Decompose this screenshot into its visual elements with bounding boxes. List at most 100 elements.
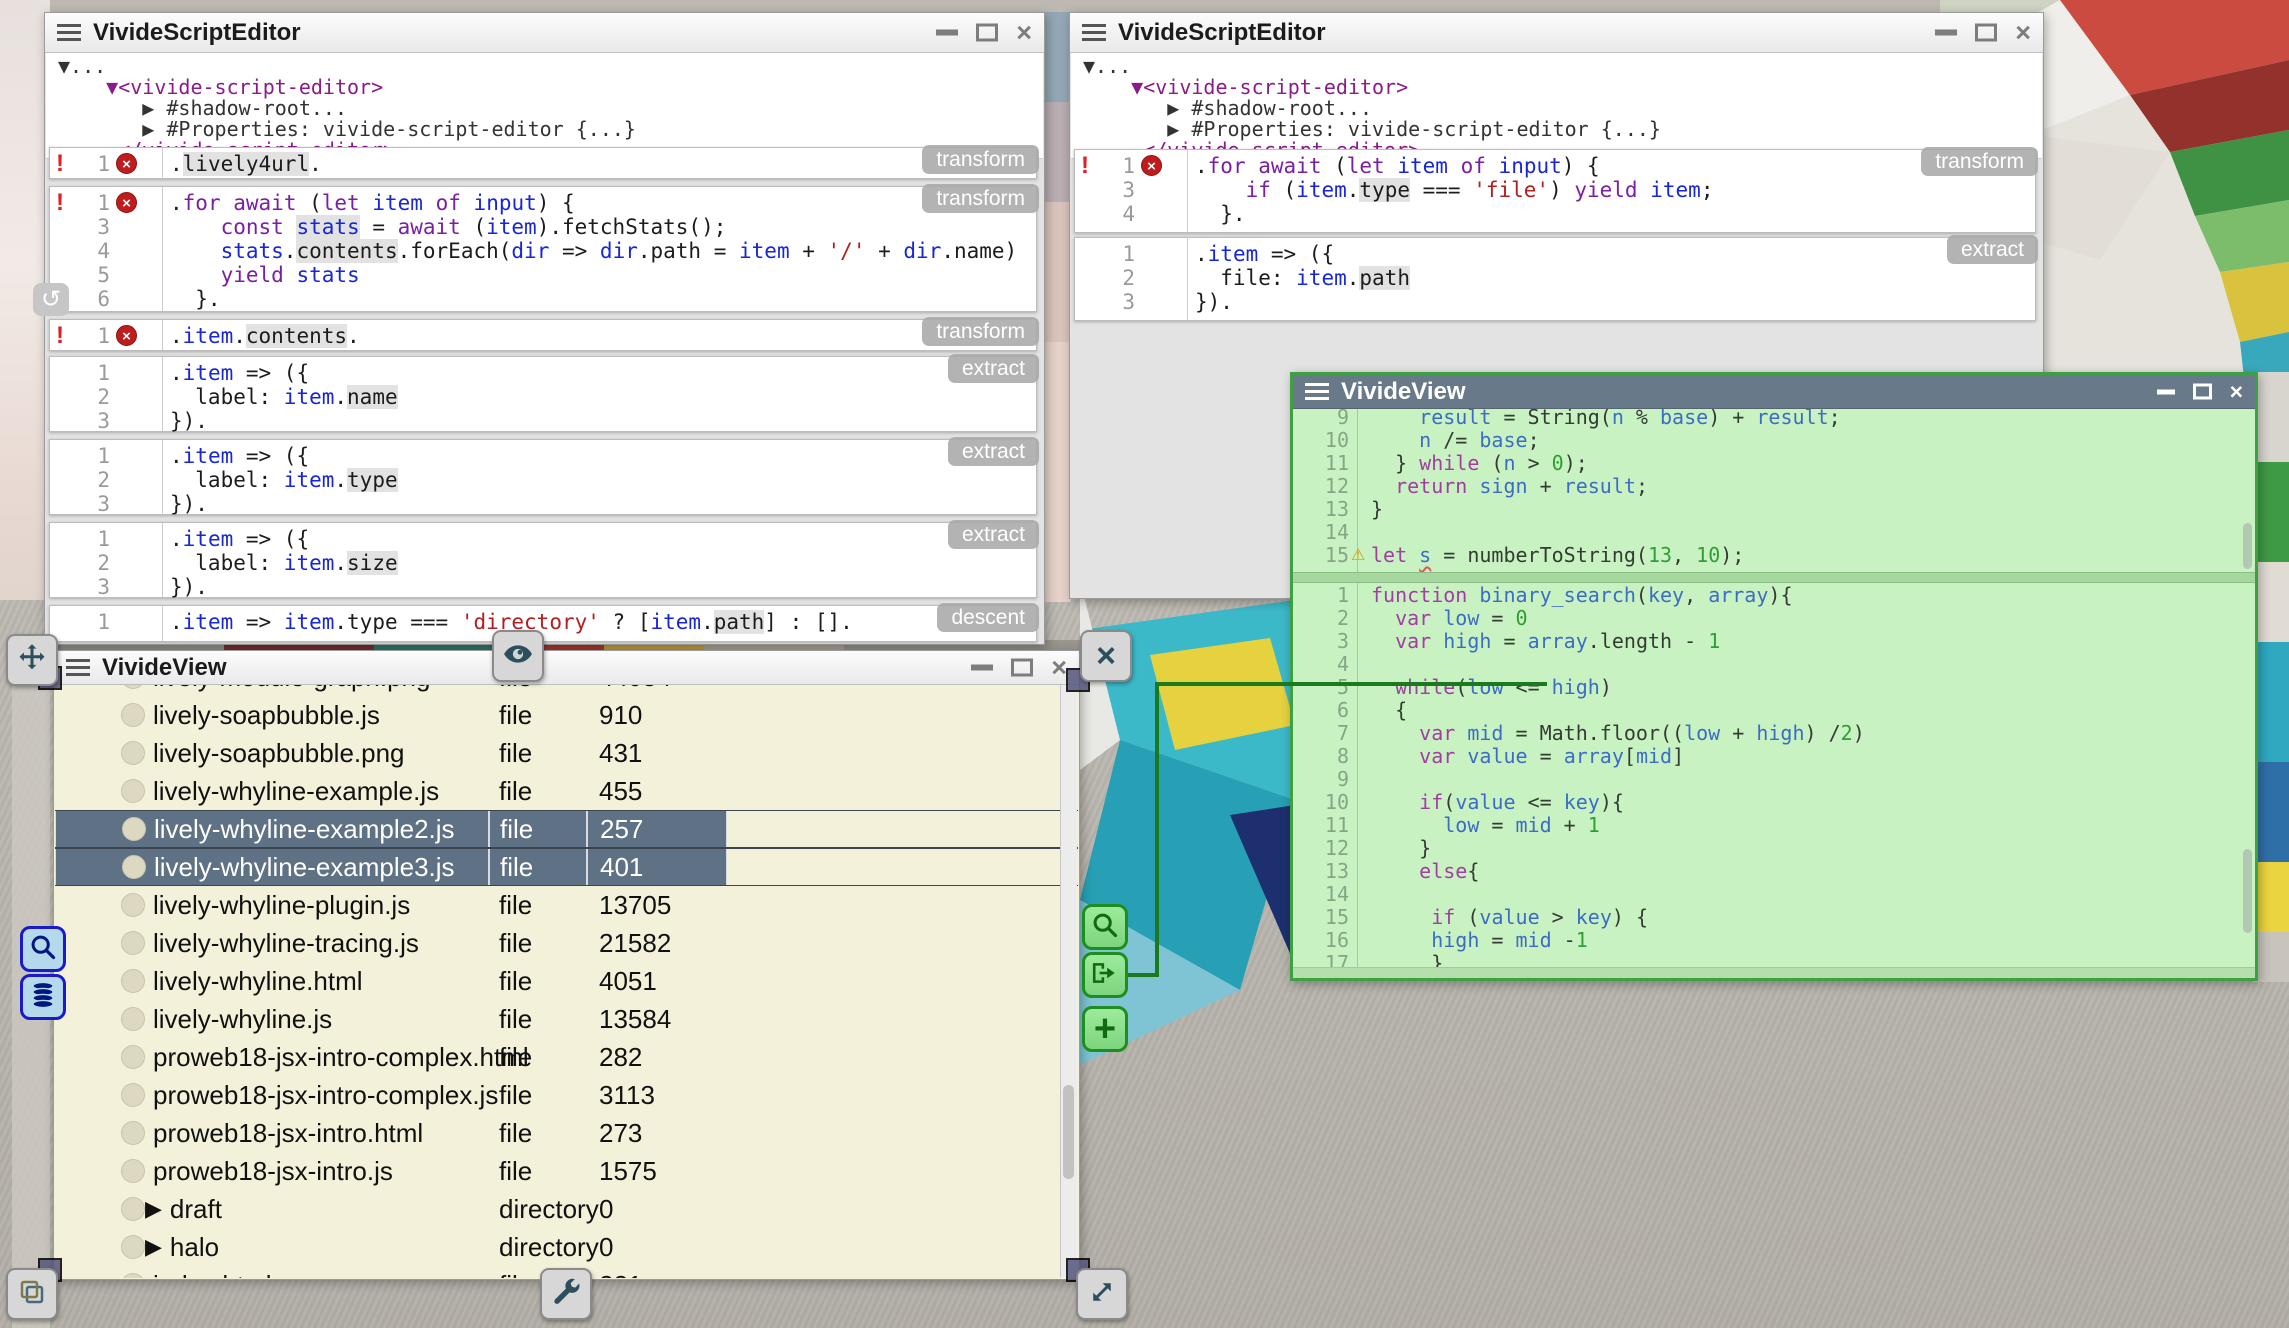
file-bullet-icon[interactable]	[121, 1121, 145, 1145]
code-line[interactable]: 14	[1293, 521, 2255, 544]
file-bullet-icon[interactable]	[121, 1007, 145, 1031]
close-button[interactable]: ×	[2230, 380, 2243, 403]
code-text[interactable]: }).	[170, 409, 208, 433]
code-text[interactable]: .item => ({	[170, 527, 309, 551]
list-item[interactable]: proweb18-jsx-intro-complex.js file 3113	[55, 1076, 1078, 1114]
code-text[interactable]: high = mid -1	[1371, 928, 1588, 952]
code-line[interactable]: 5 while(low <= high)	[1293, 676, 2255, 699]
script-step-extract[interactable]: extract 1 .item => ({ 2 label: item.name…	[49, 356, 1037, 432]
halo-move-button[interactable]	[6, 634, 58, 686]
maximize-button[interactable]	[1011, 659, 1033, 677]
script-step-extract[interactable]: extract 1 .item => ({ 2 file: item.path …	[1074, 237, 2036, 321]
script-step-extract[interactable]: extract 1 .item => ({ 2 label: item.size…	[49, 522, 1037, 598]
code-line[interactable]: 10 if(value <= key){	[1293, 791, 2255, 814]
code-line[interactable]: 1 .item => ({	[1075, 242, 2035, 266]
file-bullet-icon[interactable]	[121, 931, 145, 955]
step-tag[interactable]: extract	[948, 437, 1039, 466]
code-line[interactable]: ! 1 × .lively4url.	[50, 152, 1036, 176]
menu-icon[interactable]	[1305, 383, 1329, 400]
halo-eye-button[interactable]	[492, 630, 544, 682]
list-item[interactable]: ▶ draft directory 0	[55, 1190, 1078, 1228]
file-bullet-icon[interactable]	[121, 703, 145, 727]
code-text[interactable]: } while (n > 0);	[1371, 451, 1588, 475]
step-tag[interactable]: transform	[922, 317, 1039, 346]
dom-tree-node[interactable]: ▶ #shadow-root...	[1071, 98, 2042, 119]
list-item[interactable]: proweb18-jsx-intro-complex.html file 282	[55, 1038, 1078, 1076]
minimize-button[interactable]	[971, 665, 993, 671]
close-button[interactable]: ×	[2015, 19, 2031, 46]
code-pane-binary-search[interactable]: 1 function binary_search(key, array){ 2 …	[1293, 581, 2255, 971]
code-line[interactable]: 16 high = mid -1	[1293, 929, 2255, 952]
file-bullet-icon[interactable]	[121, 685, 145, 689]
inspect-button[interactable]	[1082, 904, 1128, 950]
code-text[interactable]: n /= base;	[1371, 428, 1540, 452]
code-line[interactable]: 13 else{	[1293, 860, 2255, 883]
code-text[interactable]: result = String(n % base) + result;	[1371, 409, 1841, 429]
list-item[interactable]: lively-whyline.html file 4051	[55, 962, 1078, 1000]
code-text[interactable]: var mid = Math.floor((low + high) /2)	[1371, 721, 1865, 745]
code-text[interactable]: .item => ({	[1195, 242, 1334, 266]
code-text[interactable]: var low = 0	[1371, 606, 1528, 630]
scrollbar[interactable]	[1060, 685, 1077, 1277]
code-line[interactable]: 11 low = mid + 1	[1293, 814, 2255, 837]
script-step-source[interactable]: transform ! 1 × .lively4url.	[49, 147, 1037, 179]
dom-tree-node[interactable]: ▶ #shadow-root...	[46, 98, 1043, 119]
code-line[interactable]: 1 .item => ({	[50, 361, 1036, 385]
code-text[interactable]: }.	[1195, 202, 1246, 226]
code-text[interactable]: }).	[1195, 290, 1233, 314]
list-item[interactable]: lively-module-graph.png file 44054	[55, 685, 1078, 696]
code-text[interactable]: }	[1371, 497, 1383, 521]
menu-icon[interactable]	[66, 659, 90, 676]
list-item[interactable]: lively-whyline-example.js file 455	[55, 772, 1078, 810]
minimize-button[interactable]	[2157, 389, 2175, 394]
code-line[interactable]: ! 1 × .item.contents.	[50, 324, 1036, 348]
code-line[interactable]: 9 result = String(n % base) + result;	[1293, 409, 2255, 429]
script-step-transform[interactable]: transform ! 1 × .item.contents.	[49, 319, 1037, 351]
code-line[interactable]: 9	[1293, 768, 2255, 791]
code-text[interactable]: .lively4url.	[170, 152, 322, 176]
halo-copy-button[interactable]	[6, 1268, 58, 1320]
code-text[interactable]: label: item.size	[170, 551, 398, 575]
code-text[interactable]: low = mid + 1	[1371, 813, 1600, 837]
code-text[interactable]: .for await (let item of input) {	[1195, 154, 1600, 178]
code-line[interactable]: 2 var low = 0	[1293, 607, 2255, 630]
file-bullet-icon[interactable]	[121, 1083, 145, 1107]
horizontal-scrollbar[interactable]	[1293, 967, 2255, 978]
step-tag[interactable]: descent	[937, 603, 1039, 632]
code-text[interactable]: if (item.type === 'file') yield item;	[1195, 178, 1713, 202]
maximize-button[interactable]	[976, 24, 998, 42]
file-bullet-icon[interactable]	[121, 969, 145, 993]
titlebar[interactable]: VivideScriptEditor ×	[1070, 13, 2043, 53]
code-line[interactable]: 1 function binary_search(key, array){	[1293, 584, 2255, 607]
titlebar[interactable]: VivideView ×	[1293, 375, 2255, 409]
code-text[interactable]: .for await (let item of input) {	[170, 191, 575, 215]
list-item[interactable]: proweb18-jsx-intro.html file 273	[55, 1114, 1078, 1152]
code-line[interactable]: 3 }).	[50, 575, 1036, 599]
code-line[interactable]: 3 }).	[50, 492, 1036, 516]
dom-tree-node[interactable]: ▼<vivide-script-editor>	[1071, 77, 2042, 98]
code-line[interactable]: ! 1 × .for await (let item of input) {	[1075, 154, 2035, 178]
code-line[interactable]: 11 } while (n > 0);	[1293, 452, 2255, 475]
list-item[interactable]: lively-soapbubble.png file 431	[55, 734, 1078, 772]
code-text[interactable]: }).	[170, 575, 208, 599]
halo-close-button[interactable]: ×	[1080, 630, 1132, 682]
dom-tree-node[interactable]: ▶ #Properties: vivide-script-editor {...…	[46, 119, 1043, 140]
code-text[interactable]: {	[1371, 698, 1407, 722]
file-bullet-icon[interactable]	[121, 893, 145, 917]
step-tag[interactable]: extract	[948, 354, 1039, 383]
code-line[interactable]: 2 label: item.name	[50, 385, 1036, 409]
file-bullet-icon[interactable]	[122, 855, 146, 879]
code-text[interactable]: }).	[170, 492, 208, 516]
code-line[interactable]: 14	[1293, 883, 2255, 906]
file-bullet-icon[interactable]	[121, 1235, 145, 1259]
code-text[interactable]: label: item.type	[170, 468, 398, 492]
minimize-button[interactable]	[1935, 30, 1957, 36]
expand-arrow-icon[interactable]: ▶	[145, 1196, 162, 1222]
data-source-button[interactable]	[20, 974, 66, 1020]
code-line[interactable]: 12 }	[1293, 837, 2255, 860]
file-bullet-icon[interactable]	[121, 1159, 145, 1183]
scrollbar-thumb[interactable]	[2243, 523, 2252, 569]
code-text[interactable]: }	[1371, 836, 1431, 860]
menu-icon[interactable]	[57, 24, 81, 41]
titlebar[interactable]: VivideView ×	[54, 651, 1079, 685]
